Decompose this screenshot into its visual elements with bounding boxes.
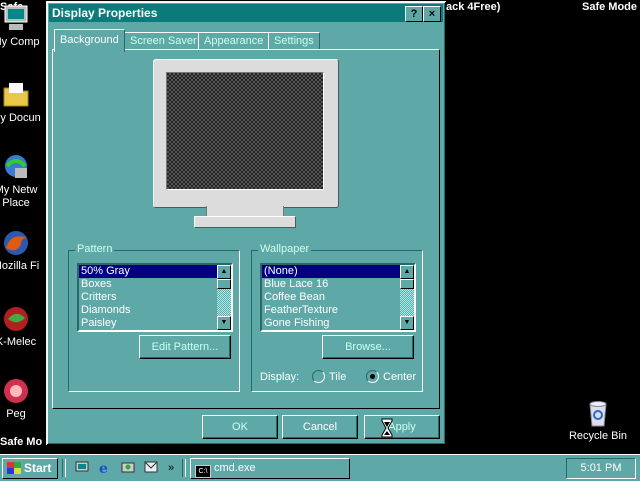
desktop-icon-label: My Comp: [0, 36, 40, 48]
recycle-bin-icon: [583, 398, 613, 428]
tab-appearance[interactable]: Appearance: [198, 32, 270, 50]
folder-icon: [1, 80, 31, 110]
desktop-icon-label: K-Melec: [0, 336, 37, 348]
edit-pattern-button[interactable]: Edit Pattern...: [139, 335, 231, 359]
tab-settings[interactable]: Settings: [268, 32, 320, 50]
list-item[interactable]: 50% Gray: [79, 265, 217, 278]
desktop-icon-my-computer[interactable]: My Comp: [0, 4, 48, 49]
taskbar: Start e » C:\ cmd.exe 5:01 PM: [0, 454, 640, 481]
system-clock[interactable]: 5:01 PM: [566, 458, 636, 479]
safe-mode-label: Safe Mo: [0, 436, 43, 448]
help-button[interactable]: ?: [405, 6, 423, 22]
show-desktop-icon[interactable]: [74, 461, 90, 475]
desktop-icon-pegasus[interactable]: Peg: [0, 376, 48, 421]
center-radio-label[interactable]: Center: [383, 371, 416, 383]
pegasus-icon: [1, 376, 31, 406]
scroll-down-icon[interactable]: ▼: [217, 316, 231, 330]
list-item[interactable]: (None): [262, 265, 400, 278]
list-item[interactable]: Diamonds: [79, 304, 217, 317]
desktop-icon-label: Place: [2, 197, 30, 209]
start-label: Start: [24, 461, 52, 475]
desktop-icon-network-places[interactable]: My Netw Place: [0, 152, 48, 210]
display-properties-window: Display Properties ? × Background Screen…: [46, 1, 446, 445]
list-item[interactable]: Coffee Bean: [262, 291, 400, 304]
scroll-track[interactable]: [217, 289, 231, 316]
scroll-thumb[interactable]: [217, 279, 231, 289]
tab-background[interactable]: Background: [54, 29, 125, 52]
title-bar[interactable]: Display Properties ? ×: [49, 4, 443, 22]
desktop-icon-label: Peg: [6, 408, 26, 420]
scrollbar[interactable]: ▲ ▼: [400, 265, 414, 330]
list-item[interactable]: FeatherTexture: [262, 304, 400, 317]
scroll-thumb[interactable]: [400, 279, 414, 289]
center-radio[interactable]: [366, 370, 379, 383]
network-icon: [1, 152, 31, 182]
pattern-group: Pattern 50% Gray Boxes Critters Diamonds…: [68, 243, 240, 392]
safe-mode-label: Safe Mode: [581, 1, 637, 13]
apply-button[interactable]: Apply: [364, 415, 440, 439]
list-item[interactable]: Paisley: [79, 317, 217, 330]
list-item[interactable]: Critters: [79, 291, 217, 304]
quick-launch-overflow[interactable]: »: [163, 461, 179, 475]
monitor-screen: [166, 72, 324, 190]
cancel-button[interactable]: Cancel: [282, 415, 358, 439]
start-button[interactable]: Start: [2, 458, 58, 479]
list-item[interactable]: Boxes: [79, 278, 217, 291]
internet-explorer-icon[interactable]: e: [97, 461, 113, 477]
desktop-icon-label: Recycle Bin: [568, 430, 628, 442]
list-item[interactable]: Gone Fishing: [262, 317, 400, 330]
desktop-icon-recycle-bin[interactable]: Recycle Bin: [566, 398, 630, 443]
task-label: cmd.exe: [214, 462, 256, 474]
tile-radio-label[interactable]: Tile: [329, 371, 346, 383]
taskbar-separator: [182, 459, 186, 477]
computer-icon: [1, 4, 31, 34]
wallpaper-list[interactable]: (None) Blue Lace 16 Coffee Bean FeatherT…: [260, 263, 416, 332]
monitor-preview: [153, 59, 339, 208]
ok-button[interactable]: OK: [202, 415, 278, 439]
pattern-list[interactable]: 50% Gray Boxes Critters Diamonds Paisley…: [77, 263, 233, 332]
window-title: Display Properties: [52, 6, 158, 20]
tile-radio[interactable]: [312, 370, 325, 383]
wallpaper-group-label: Wallpaper: [258, 243, 312, 255]
taskbar-button-cmd[interactable]: C:\ cmd.exe: [190, 458, 350, 479]
desktop-icon-label: Mozilla Fi: [0, 260, 40, 272]
desktop-icon-label: My Netw: [0, 184, 38, 196]
display-label: Display:: [260, 371, 300, 383]
outlook-icon[interactable]: [143, 461, 159, 475]
taskbar-separator: [62, 459, 66, 477]
windows-logo-icon: [7, 462, 21, 474]
channels-icon[interactable]: [120, 461, 136, 475]
svg-text:e: e: [99, 461, 108, 475]
tab-screen-saver[interactable]: Screen Saver: [124, 32, 203, 50]
scroll-track[interactable]: [400, 289, 414, 316]
k-meleon-icon: [1, 304, 31, 334]
desktop-icon-my-documents[interactable]: My Docun: [0, 80, 48, 125]
background-window-title: ack 4Free): [446, 1, 501, 13]
firefox-icon: [1, 228, 31, 258]
close-button[interactable]: ×: [423, 6, 441, 22]
list-item[interactable]: Blue Lace 16: [262, 278, 400, 291]
scroll-up-icon[interactable]: ▲: [400, 265, 414, 279]
desktop-icon-label: My Docun: [0, 112, 41, 124]
hourglass-cursor-icon: [381, 418, 393, 438]
wallpaper-group: Wallpaper (None) Blue Lace 16 Coffee Bea…: [251, 243, 423, 392]
command-prompt-icon: C:\: [195, 465, 211, 478]
pattern-group-label: Pattern: [75, 243, 115, 255]
browse-button[interactable]: Browse...: [322, 335, 414, 359]
desktop-icon-k-meleon[interactable]: K-Melec: [0, 304, 48, 349]
desktop-icon-mozilla-firefox[interactable]: Mozilla Fi: [0, 228, 48, 273]
monitor-base: [194, 216, 296, 228]
scroll-up-icon[interactable]: ▲: [217, 265, 231, 279]
scroll-down-icon[interactable]: ▼: [400, 316, 414, 330]
scrollbar[interactable]: ▲ ▼: [217, 265, 231, 330]
